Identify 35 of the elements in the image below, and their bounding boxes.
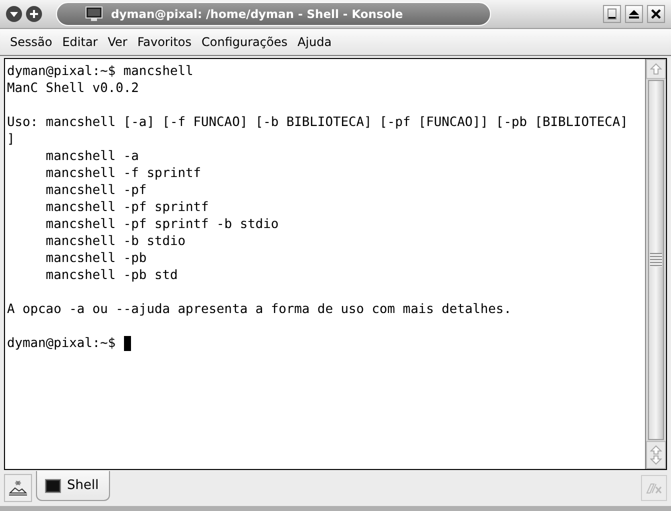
terminal-line: mancshell -pf sprintf -b stdio bbox=[44, 216, 279, 233]
scrollbar[interactable] bbox=[645, 59, 666, 469]
menu-item[interactable]: Favoritos bbox=[133, 35, 198, 49]
up-down-arrows-icon bbox=[650, 445, 662, 465]
menu-icon[interactable] bbox=[6, 6, 22, 22]
terminal-line: A opcao -a ou --ajuda apresenta a forma de uso com mais detalhes. bbox=[7, 301, 512, 318]
grip-icon bbox=[650, 253, 662, 267]
terminal-line: mancshell -pb bbox=[44, 250, 147, 267]
terminal-line: dyman@pixal:~$ mancshell bbox=[7, 63, 194, 80]
terminal-icon bbox=[45, 478, 61, 492]
menu-item[interactable]: Editar bbox=[58, 35, 104, 49]
terminal-output[interactable] bbox=[5, 59, 645, 469]
monitor-icon bbox=[85, 6, 103, 22]
terminal-line: mancshell -pb std bbox=[44, 267, 178, 284]
minimize-icon[interactable] bbox=[603, 5, 621, 23]
terminal-line: Uso: mancshell [-a] [-f FUNCAO] [-b BIBLIOTECA] [-pf [FUNCAO]] [-pb [BIBLIOTECA] bbox=[7, 114, 628, 131]
window-title: dyman@pixal: /home/dyman - Shell - Konsole bbox=[111, 7, 403, 21]
menu-item[interactable]: Configurações bbox=[198, 35, 294, 49]
menu-item[interactable]: Sessão bbox=[6, 35, 58, 49]
close-icon[interactable] bbox=[647, 5, 665, 23]
new-session-icon[interactable] bbox=[4, 474, 32, 502]
terminal-line: mancshell -b stdio bbox=[44, 233, 186, 250]
terminal-line: ManC Shell v0.0.2 bbox=[7, 80, 139, 97]
terminal-prompt: dyman@pixal:~$ bbox=[7, 335, 116, 352]
terminal-line: mancshell -pf bbox=[44, 182, 147, 199]
terminal-line: mancshell -f sprintf bbox=[44, 165, 202, 182]
terminal-line: mancshell -pf sprintf bbox=[44, 199, 209, 216]
maximize-icon[interactable] bbox=[625, 5, 643, 23]
terminal-line: mancshell -a bbox=[44, 148, 139, 165]
terminal-line: ] bbox=[7, 131, 15, 148]
menu-item[interactable]: Ver bbox=[104, 35, 134, 49]
up-arrow-icon bbox=[650, 63, 662, 75]
scroll-thumb[interactable] bbox=[648, 80, 664, 440]
menu-item[interactable]: Ajuda bbox=[293, 35, 338, 49]
session-tab[interactable]: Shell bbox=[36, 471, 110, 501]
